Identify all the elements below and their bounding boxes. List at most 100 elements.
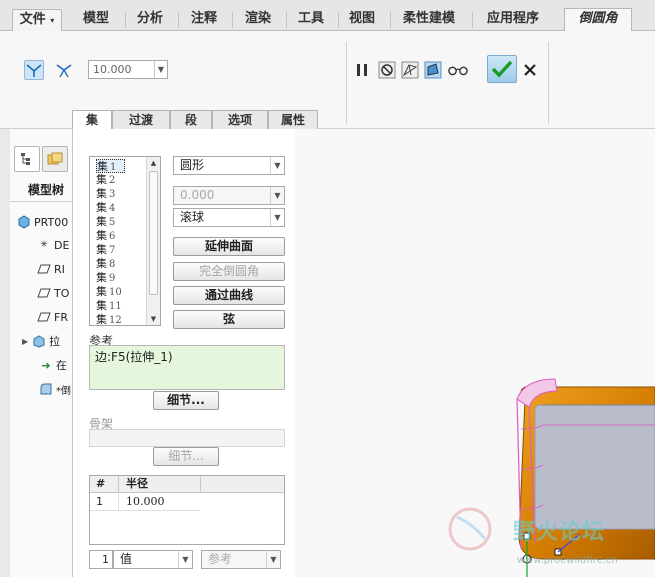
set-item[interactable]: 集 10 xyxy=(96,285,122,299)
set-item[interactable]: 集5 xyxy=(96,215,115,229)
graphics-window[interactable]: 野火论坛 www.proewildfire.cn xyxy=(295,129,655,577)
creation-method-select[interactable]: 滚球 ▼ xyxy=(173,208,285,227)
tab-annotate[interactable]: 注释 xyxy=(182,9,226,31)
mesh-preview-button[interactable] xyxy=(400,60,420,80)
set-item[interactable]: 集6 xyxy=(96,229,115,243)
tree-item-round[interactable]: *倒 xyxy=(38,380,71,398)
csys-icon: ✳ xyxy=(40,240,48,250)
set-item[interactable]: 集9 xyxy=(96,271,115,285)
set-item-number: 2 xyxy=(109,175,116,186)
tree-item-right-plane[interactable]: RI xyxy=(36,260,65,278)
set-item-number: 5 xyxy=(109,217,116,228)
menu-file[interactable]: 文件 ▾ xyxy=(12,9,62,31)
tree-item-extrude[interactable]: ▶ 拉 xyxy=(22,332,60,350)
tab-applications[interactable]: 应用程序 xyxy=(476,9,550,31)
tree-item-top-plane[interactable]: TO xyxy=(36,284,69,302)
tree-item-label: RI xyxy=(54,262,65,276)
chevron-down-icon[interactable]: ▼ xyxy=(270,209,284,226)
tree-item-csys[interactable]: ✳ DE xyxy=(36,236,69,254)
model-tree-title: 模型树 xyxy=(28,183,65,197)
geometry-preview-icon xyxy=(424,61,442,79)
extend-surfaces-button[interactable]: 延伸曲面 xyxy=(173,237,285,256)
datum-plane-icon xyxy=(36,285,52,301)
pause-button[interactable] xyxy=(352,60,372,80)
shape-value: 圆形 xyxy=(180,158,205,172)
conic-value-input[interactable]: 0.000 ▼ xyxy=(173,186,285,205)
table-row[interactable]: 1 10.000 xyxy=(90,494,200,511)
scroll-up-icon[interactable]: ▲ xyxy=(147,157,160,169)
set-item[interactable]: 集8 xyxy=(96,257,115,271)
chevron-down-icon[interactable]: ▼ xyxy=(154,61,167,78)
cross-section-shape-select[interactable]: 圆形 ▼ xyxy=(173,156,285,175)
tree-item-label: 在 xyxy=(56,359,67,372)
scroll-thumb[interactable] xyxy=(149,171,158,295)
tab-transitions[interactable]: 过渡 xyxy=(112,110,170,130)
sets-list[interactable]: ▲ ▼ 集 1 集 2 集 3 集 4 集 5 集 6 集 7 集 8 集 9 集 10 集 11 集 12 xyxy=(89,156,161,326)
tree-item-part[interactable]: PRT00 xyxy=(16,213,68,231)
column-radius: 半径 xyxy=(126,477,148,490)
tab-tools[interactable]: 工具 xyxy=(290,9,332,31)
geometry-preview-button[interactable] xyxy=(423,60,443,80)
tab-options[interactable]: 选项 xyxy=(212,110,268,130)
chevron-down-icon[interactable]: ▼ xyxy=(178,551,192,568)
divider xyxy=(548,42,549,124)
scroll-down-icon[interactable]: ▼ xyxy=(147,313,160,325)
set-item[interactable]: 集2 xyxy=(96,173,115,187)
references-details-button[interactable]: 细节... xyxy=(153,391,219,410)
set-item[interactable]: 集1 xyxy=(96,159,126,173)
tab-view[interactable]: 视图 xyxy=(342,9,382,31)
variable-radius-button[interactable] xyxy=(54,60,74,80)
expand-icon[interactable]: ▶ xyxy=(22,337,28,346)
tree-item-front-plane[interactable]: FR xyxy=(36,308,68,326)
tab-segments[interactable]: 段 xyxy=(170,110,212,130)
extrude-icon xyxy=(31,333,47,349)
radius-input[interactable]: 10.000 ▼ xyxy=(88,60,168,79)
set-item[interactable]: 集7 xyxy=(96,243,115,257)
through-curve-button[interactable]: 通过曲线 xyxy=(173,286,285,305)
skeleton-collector[interactable] xyxy=(89,429,285,447)
no-preview-button[interactable] xyxy=(377,60,397,80)
divider xyxy=(118,494,119,511)
divider xyxy=(125,12,126,28)
set-item[interactable]: 集 11 xyxy=(96,299,122,313)
chevron-down-icon[interactable]: ▼ xyxy=(270,157,284,174)
sets-list-scrollbar[interactable]: ▲ ▼ xyxy=(146,157,160,325)
chevron-down-icon[interactable]: ▼ xyxy=(270,187,284,204)
divider xyxy=(286,12,287,28)
value-mode-select[interactable]: 值 ▼ xyxy=(113,550,193,569)
tab-round[interactable]: 倒圆角 xyxy=(564,8,632,32)
set-item-number: 11 xyxy=(109,301,122,312)
part-icon xyxy=(16,214,32,230)
chord-button[interactable]: 弦 xyxy=(173,310,285,329)
divider xyxy=(232,12,233,28)
tab-model[interactable]: 模型 xyxy=(70,9,122,31)
model-tree-button[interactable] xyxy=(14,146,40,172)
left-strip xyxy=(0,129,10,577)
tab-properties[interactable]: 属性 xyxy=(268,110,318,130)
set-item[interactable]: 集3 xyxy=(96,187,115,201)
divider xyxy=(346,42,347,124)
chevron-down-icon[interactable]: ▼ xyxy=(266,551,280,568)
reference-select[interactable]: 参考 ▼ xyxy=(201,550,281,569)
tab-flexible-modeling[interactable]: 柔性建模 xyxy=(394,9,464,31)
radius-number: 1 xyxy=(89,550,113,569)
radius-table: # 半径 1 10.000 xyxy=(89,475,285,545)
tree-icon xyxy=(21,153,30,165)
set-item[interactable]: 集 12 xyxy=(96,313,122,327)
tree-item-insert-here[interactable]: ➜ 在 xyxy=(38,356,67,374)
tree-item-label: DE xyxy=(54,238,70,252)
set-item[interactable]: 集4 xyxy=(96,201,115,215)
full-round-button[interactable]: 完全倒圆角 xyxy=(173,262,285,281)
set-item-number: 1 xyxy=(110,162,117,173)
folder-browser-button[interactable] xyxy=(42,146,68,172)
tab-analysis[interactable]: 分析 xyxy=(128,9,172,31)
constant-radius-button[interactable] xyxy=(24,60,44,80)
tab-render[interactable]: 渲染 xyxy=(236,9,280,31)
tab-sets[interactable]: 集 xyxy=(72,110,112,130)
cancel-button[interactable] xyxy=(520,60,540,80)
verify-button[interactable] xyxy=(448,60,468,80)
references-collector[interactable]: 边:F5(拉伸_1) xyxy=(89,345,285,390)
skeleton-details-button[interactable]: 细节... xyxy=(153,447,219,466)
ok-button[interactable] xyxy=(487,55,517,83)
divider xyxy=(200,476,201,493)
